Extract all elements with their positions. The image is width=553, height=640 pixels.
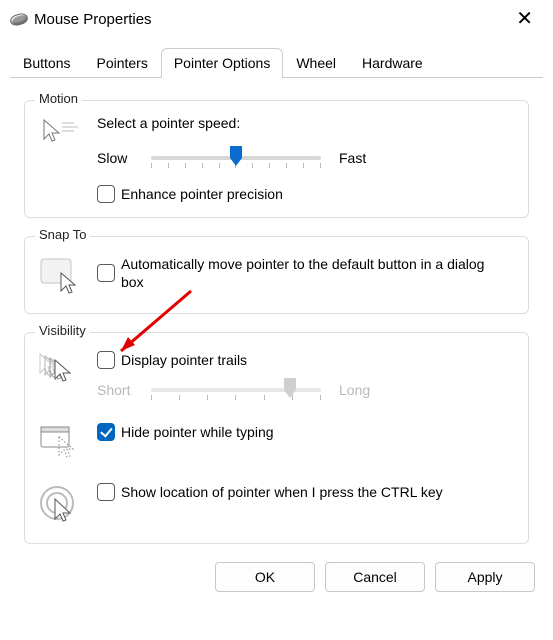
ctrl-locate-icon — [39, 485, 81, 525]
snap-to-checkbox[interactable] — [97, 264, 115, 282]
tab-wheel[interactable]: Wheel — [283, 48, 349, 78]
enhance-precision-label: Enhance pointer precision — [121, 185, 283, 203]
group-snap-to-legend: Snap To — [35, 227, 90, 242]
snap-to-icon — [39, 257, 81, 295]
tabstrip: Buttons Pointers Pointer Options Wheel H… — [0, 36, 553, 78]
ctrl-locate-checkbox[interactable] — [97, 483, 115, 501]
pointer-trails-slider — [151, 379, 321, 401]
snap-to-label: Automatically move pointer to the defaul… — [121, 255, 501, 291]
speed-fast-label: Fast — [331, 150, 366, 166]
tab-buttons[interactable]: Buttons — [10, 48, 83, 78]
ok-button[interactable]: OK — [215, 562, 315, 592]
pointer-trails-checkbox[interactable] — [97, 351, 115, 369]
tab-pointer-options[interactable]: Pointer Options — [161, 48, 284, 78]
group-snap-to: Snap To Automatically move pointer to th… — [24, 236, 529, 314]
titlebar: Mouse Properties ✕ — [0, 0, 553, 36]
apply-button[interactable]: Apply — [435, 562, 535, 592]
trails-short-label: Short — [97, 382, 141, 398]
close-icon[interactable]: ✕ — [508, 9, 541, 29]
tab-panel-pointer-options: Motion Select a pointer speed: Sl — [0, 78, 553, 552]
enhance-precision-checkbox[interactable] — [97, 185, 115, 203]
mouse-icon — [9, 11, 29, 26]
tab-pointers[interactable]: Pointers — [83, 48, 160, 78]
speed-slow-label: Slow — [97, 150, 141, 166]
pointer-speed-slider[interactable] — [151, 147, 321, 169]
window-title: Mouse Properties — [28, 11, 508, 28]
trails-long-label: Long — [331, 382, 370, 398]
ctrl-locate-label: Show location of pointer when I press th… — [121, 483, 443, 501]
pointer-trails-icon — [39, 353, 81, 387]
group-motion: Motion Select a pointer speed: Sl — [24, 100, 529, 218]
hide-while-typing-checkbox[interactable] — [97, 423, 115, 441]
group-visibility-legend: Visibility — [35, 323, 90, 338]
tab-hardware[interactable]: Hardware — [349, 48, 436, 78]
group-visibility: Visibility Display pointer trails — [24, 332, 529, 544]
hide-while-typing-icon — [39, 425, 81, 461]
pointer-speed-label: Select a pointer speed: — [97, 115, 514, 131]
cancel-button[interactable]: Cancel — [325, 562, 425, 592]
hide-while-typing-label: Hide pointer while typing — [121, 423, 274, 441]
pointer-trails-label: Display pointer trails — [121, 351, 247, 369]
dialog-button-bar: OK Cancel Apply — [0, 552, 553, 604]
pointer-speed-icon — [40, 117, 80, 147]
group-motion-legend: Motion — [35, 91, 82, 106]
